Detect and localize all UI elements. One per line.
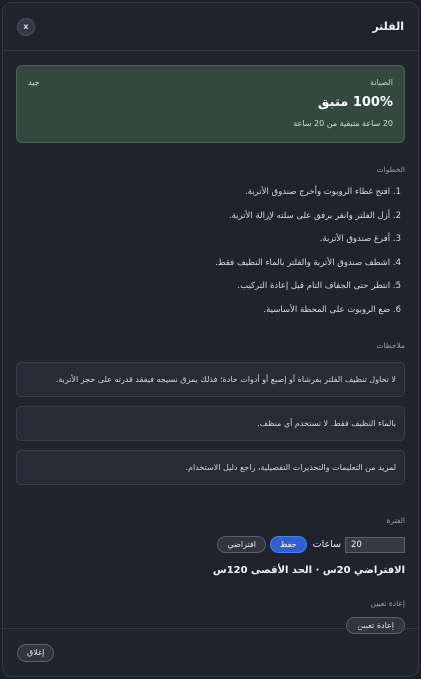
note-card: لمزيد من التعليمات والتحذيرات التفصيلية،… — [16, 450, 405, 485]
filter-panel: الفلتر x الصيانة جيد 100% متبق 20 ساعة م… — [2, 2, 419, 677]
close-button[interactable]: إغلاق — [17, 643, 55, 662]
notes-label: ملاحظات — [376, 341, 405, 350]
step-item: 2. أزل الفلتر وانقر برفق على سلته لإزالة… — [228, 210, 401, 221]
step-item: 4. اشطف صندوق الأتربة والفلتر بالماء الن… — [215, 257, 401, 268]
step-item: 3. أفرغ صندوق الأتربة. — [319, 234, 401, 244]
note-card: لا تحاول تنظيف الفلتر بفرشاة أو إصبع أو … — [16, 362, 405, 397]
period-unit: ساعات — [312, 539, 341, 550]
step-item: 5. انتظر حتى الجفاف التام قبل إعادة التر… — [237, 281, 401, 291]
steps-label: الخطوات — [376, 165, 405, 174]
period-limits: الافتراضي 20س · الحد الأقصى 120س — [212, 565, 405, 576]
panel-header: الفلتر x — [3, 3, 418, 51]
maintenance-label: الصيانة — [370, 78, 393, 87]
reset-label: إعادة تعيين — [370, 599, 405, 608]
maintenance-value: 100% متبق — [317, 95, 393, 110]
period-input[interactable] — [345, 536, 405, 553]
default-button[interactable]: افتراضي — [217, 536, 267, 553]
period-row: ساعات حفظ افتراضي — [16, 536, 405, 553]
panel-footer: إغلاق — [3, 628, 418, 676]
step-item: 1. افتح غطاء الروبوت وأخرج صندوق الأتربة… — [244, 187, 401, 197]
maintenance-card: الصيانة جيد 100% متبق 20 ساعة متبقية من … — [16, 65, 405, 143]
panel-content: الصيانة جيد 100% متبق 20 ساعة متبقية من … — [3, 51, 418, 634]
maintenance-remaining: 20 ساعة متبقية من 20 ساعة — [293, 119, 393, 128]
note-card: بالماء النظيف فقط. لا تستخدم أي منظف. — [16, 406, 405, 441]
status-badge: جيد — [28, 78, 40, 87]
step-item: 6. ضع الروبوت على المحطة الأساسية. — [263, 304, 401, 315]
period-label: الفترة — [386, 516, 406, 525]
panel-title: الفلتر — [372, 20, 404, 33]
steps-list: 1. افتح غطاء الروبوت وأخرج صندوق الأتربة… — [16, 186, 405, 327]
close-icon[interactable]: x — [17, 17, 35, 36]
save-button[interactable]: حفظ — [270, 536, 307, 553]
